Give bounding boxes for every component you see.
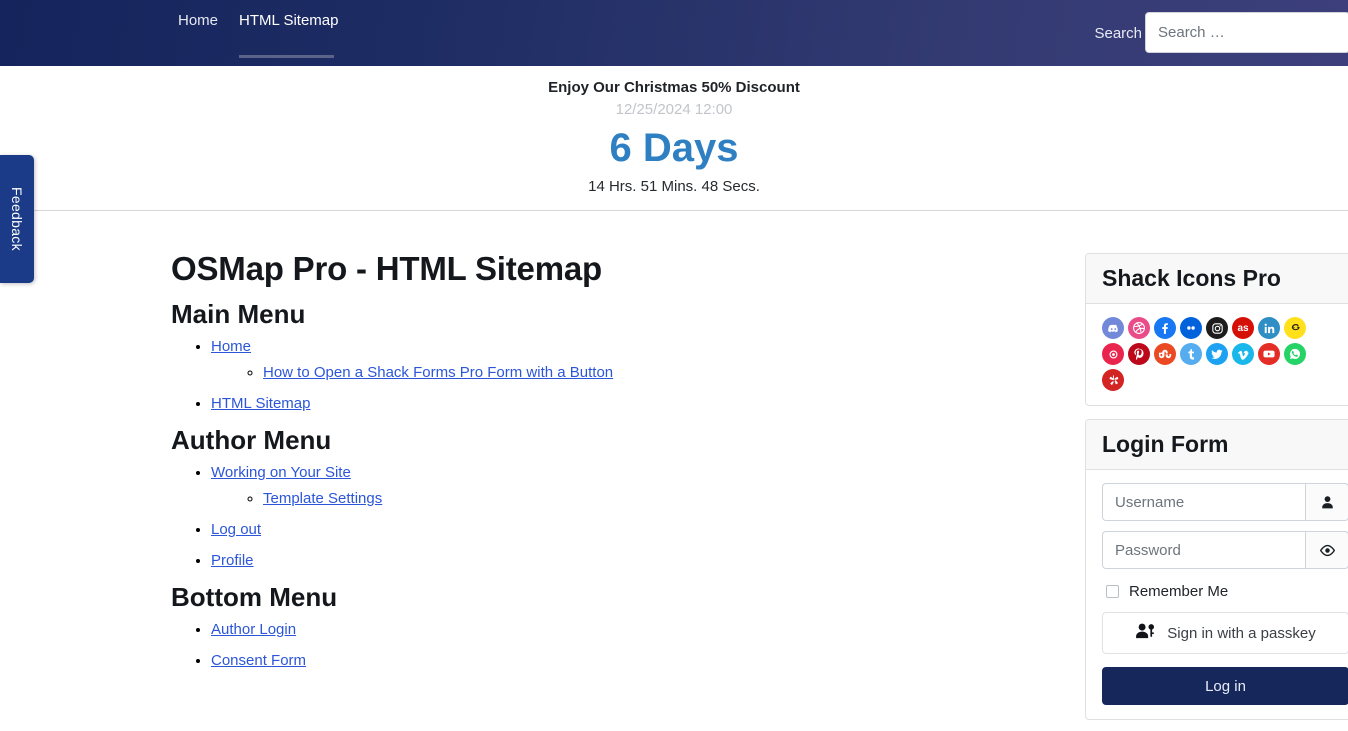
nav-item-html-sitemap[interactable]: HTML Sitemap [239, 0, 338, 41]
sitemap-list: Working on Your Site Template SettingsLog… [171, 462, 1068, 572]
sitemap-link[interactable]: HTML Sitemap [211, 395, 310, 412]
list-item: Log out [211, 519, 1068, 541]
list-item: Profile [211, 550, 1068, 572]
site-header: Home HTML Sitemap Search [0, 0, 1348, 66]
discord-icon[interactable] [1102, 317, 1124, 339]
menu-heading: Main Menu [171, 299, 306, 329]
sitemap-sublist: How to Open a Shack Forms Pro Form with … [211, 362, 1068, 384]
countdown-banner: Enjoy Our Christmas 50% Discount 12/25/2… [0, 66, 1348, 211]
sidebar: Shack Icons Pro as Login Form Username R… [1068, 211, 1348, 731]
sitemap-link[interactable]: Log out [211, 521, 261, 538]
lastfm-icon[interactable]: as [1232, 317, 1254, 339]
nav-item-home[interactable]: Home [178, 0, 218, 41]
countdown-title: Enjoy Our Christmas 50% Discount [548, 79, 800, 96]
sitemap-link[interactable]: Profile [211, 552, 254, 569]
list-item: Author Login [211, 619, 1068, 641]
main-content: OSMap Pro - HTML Sitemap Main MenuHomeHo… [0, 211, 1068, 731]
vimeo-icon[interactable] [1232, 343, 1254, 365]
countdown-time-remaining: 14 Hrs. 51 Mins. 48 Secs. [588, 178, 760, 195]
twitter-icon[interactable] [1206, 343, 1228, 365]
sitemap-sections: Main Menu Home How to Open a Shack Forms P… [171, 298, 1068, 672]
yelp-icon[interactable] [1102, 369, 1124, 391]
password-group [1102, 531, 1348, 569]
menu-heading: Author Menu [171, 425, 332, 455]
pinterest-icon[interactable] [1128, 343, 1150, 365]
sitemap-sublist: Template Settings [211, 488, 1068, 510]
passkey-signin-label: Sign in with a passkey [1167, 624, 1316, 642]
login-form-panel: Login Form Username Remember Me Sign in … [1085, 419, 1348, 720]
feedback-tab-label: Feedback [9, 187, 25, 251]
linkedin-icon[interactable] [1258, 317, 1280, 339]
shack-icons-panel-header: Shack Icons Pro [1086, 254, 1348, 304]
shack-icons-title: Shack Icons Pro [1102, 265, 1281, 291]
remember-me-checkbox[interactable] [1106, 585, 1119, 598]
list-item: HTML Sitemap [211, 393, 1068, 415]
countdown-target-date: 12/25/2024 12:00 [615, 101, 733, 118]
username-input[interactable] [1102, 483, 1305, 521]
sitemap-link[interactable]: How to Open a Shack Forms Pro Form with … [263, 364, 613, 381]
tumblr-icon[interactable] [1180, 343, 1202, 365]
shack-icons-panel: Shack Icons Pro as [1085, 253, 1348, 406]
youtube-icon[interactable] [1258, 343, 1280, 365]
remember-me-label: Remember Me [1129, 583, 1229, 600]
passkey-signin-button[interactable]: Sign in with a passkey [1102, 612, 1348, 654]
sitemap-link[interactable]: Consent Form [211, 652, 306, 669]
list-item: Home How to Open a Shack Forms Pro Form w… [211, 336, 1068, 384]
countdown-days: 6 Days [609, 126, 739, 170]
sitemap-link[interactable]: Author Login [211, 621, 296, 638]
sitemap-list: Author Login Consent Form [171, 619, 1068, 672]
mixcloud-icon[interactable] [1102, 343, 1124, 365]
user-icon [1305, 483, 1348, 521]
menu-heading: Bottom Menu [171, 582, 338, 612]
instagram-icon[interactable] [1206, 317, 1228, 339]
mailchimp-icon[interactable] [1284, 317, 1306, 339]
whatsapp-icon[interactable] [1284, 343, 1306, 365]
flickr-icon[interactable] [1180, 317, 1202, 339]
stumbleupon-icon[interactable] [1154, 343, 1176, 365]
feedback-tab[interactable]: Feedback [0, 155, 34, 283]
sitemap-link[interactable]: Working on Your Site [211, 464, 351, 481]
login-form-title: Login Form [1102, 431, 1229, 457]
page-title: OSMap Pro - HTML Sitemap [171, 250, 602, 287]
login-button[interactable]: Log in [1102, 667, 1348, 705]
sitemap-link[interactable]: Template Settings [263, 490, 382, 507]
sitemap-list: Home How to Open a Shack Forms Pro Form w… [171, 336, 1068, 415]
login-form-panel-body: Remember Me Sign in with a passkey [1086, 470, 1348, 719]
username-group [1102, 483, 1348, 521]
passkey-icon [1135, 622, 1157, 644]
list-item: Working on Your Site Template Settings [211, 462, 1068, 510]
list-item: Template Settings [263, 488, 1068, 510]
facebook-icon[interactable] [1154, 317, 1176, 339]
dribbble-icon[interactable] [1128, 317, 1150, 339]
list-item: Consent Form [211, 650, 1068, 672]
list-item: How to Open a Shack Forms Pro Form with … [263, 362, 1068, 384]
main-nav: Home HTML Sitemap [178, 0, 360, 41]
remember-me-row: Remember Me [1106, 583, 1348, 600]
nav-active-indicator [239, 55, 334, 58]
shack-icons-panel-body: as [1086, 304, 1348, 405]
sitemap-link[interactable]: Home [211, 338, 251, 355]
page-body: OSMap Pro - HTML Sitemap Main MenuHomeHo… [0, 211, 1348, 731]
search-label: Search [1094, 24, 1142, 42]
social-icon-list: as [1102, 317, 1326, 391]
password-input[interactable] [1102, 531, 1305, 569]
search-input[interactable] [1145, 12, 1348, 53]
eye-icon[interactable] [1305, 531, 1348, 569]
login-form-panel-header: Login Form [1086, 420, 1348, 470]
